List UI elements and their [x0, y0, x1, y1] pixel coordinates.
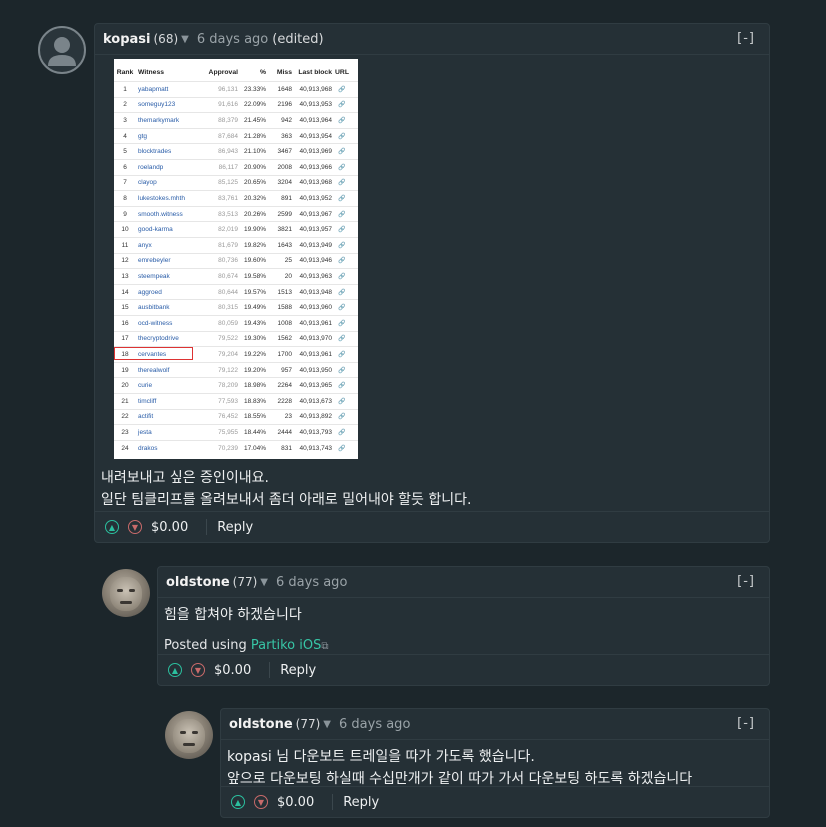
table-row: 24 drakos 70,239 17.04% 831 40,913,743 🔗 [114, 438, 358, 460]
avatar-face [110, 577, 142, 611]
divider [269, 662, 271, 678]
author-name[interactable]: oldstone [229, 717, 293, 732]
comment-line: 일단 팀클리프를 올려보내서 좀더 아래로 밀어내야 할듯 합니다. [101, 492, 472, 508]
comment-header: oldstone (77) ▼ 6 days ago [-] [158, 567, 769, 598]
collapse-button[interactable]: [-] [737, 31, 755, 46]
comment-line: kopasi 님 다운보트 트레일을 따가 가도록 했습니다. [227, 749, 535, 765]
witness-cell[interactable]: drakos [136, 438, 206, 460]
reputation: (68) [153, 32, 179, 46]
upvote-icon[interactable]: ▲ [168, 663, 182, 677]
approval-cell: 70,239 [218, 444, 238, 452]
timestamp[interactable]: 6 days ago [276, 575, 347, 590]
comment-body: 힘을 합쳐야 하겠습니다 Posted using Partiko iOS⧉ [158, 598, 769, 658]
divider [206, 519, 208, 535]
comment-header: oldstone (77) ▼ 6 days ago [-] [221, 709, 769, 740]
rank-cell: 24 [121, 444, 129, 452]
divider [332, 794, 334, 810]
comment-footer: ▲ ▼ $0.00 Reply [221, 786, 769, 817]
payout-value[interactable]: $0.00 [277, 795, 314, 810]
comment-header: kopasi (68) ▼ 6 days ago (edited) [-] [95, 24, 769, 55]
miss-cell: 831 [281, 444, 292, 452]
link-icon[interactable]: 🔗 [332, 438, 352, 460]
comment-body: kopasi 님 다운보트 트레일을 따가 가도록 했습니다. 앞으로 다운보팅… [221, 740, 769, 790]
percent-cell: 17.04% [243, 444, 266, 452]
downvote-icon[interactable]: ▼ [191, 663, 205, 677]
downvote-icon[interactable]: ▼ [254, 795, 268, 809]
comment: oldstone (77) ▼ 6 days ago [-] kopasi 님 … [220, 708, 770, 818]
external-link-icon: ⧉ [321, 641, 329, 652]
timestamp[interactable]: 6 days ago [339, 717, 410, 732]
avatar-eye [129, 589, 135, 592]
comment-line: 내려보내고 싶은 증인이내요. [101, 470, 269, 486]
highlight-box [114, 347, 193, 361]
avatar-eye [180, 731, 186, 734]
avatar[interactable] [38, 26, 86, 74]
chevron-down-icon[interactable]: ▼ [181, 34, 189, 45]
default-user-icon [48, 37, 76, 66]
comment: oldstone (77) ▼ 6 days ago [-] 힘을 합쳐야 하겠… [157, 566, 770, 686]
witness-table-image: Rank Witness Approval % Miss Last block … [114, 59, 358, 459]
comment-footer: ▲ ▼ $0.00 Reply [95, 511, 769, 542]
upvote-icon[interactable]: ▲ [105, 520, 119, 534]
avatar-eye [117, 589, 123, 592]
last-block-cell: 40,913,743 [299, 444, 332, 452]
comment-line: 힘을 합쳐야 하겠습니다 [164, 607, 302, 623]
partiko-link[interactable]: Partiko iOS [251, 638, 322, 653]
avatar-mouth [120, 601, 132, 604]
author-name[interactable]: oldstone [166, 575, 230, 590]
comment-footer: ▲ ▼ $0.00 Reply [158, 654, 769, 685]
reputation: (77) [295, 717, 321, 731]
payout-value[interactable]: $0.00 [151, 520, 188, 535]
table-header: Rank Witness Approval % Miss Last block … [114, 67, 358, 79]
collapse-button[interactable]: [-] [737, 574, 755, 589]
avatar-mouth [183, 743, 195, 746]
edited-label: (edited) [272, 31, 324, 47]
payout-value[interactable]: $0.00 [214, 663, 251, 678]
chevron-down-icon[interactable]: ▼ [323, 719, 331, 730]
reply-button[interactable]: Reply [343, 795, 379, 810]
reply-button[interactable]: Reply [280, 663, 316, 678]
comment-body: Rank Witness Approval % Miss Last block … [95, 55, 769, 511]
avatar-face [173, 719, 205, 753]
timestamp[interactable]: 6 days ago [197, 32, 268, 47]
author-name[interactable]: kopasi [103, 32, 151, 47]
avatar[interactable] [165, 711, 213, 759]
reputation: (77) [232, 575, 258, 589]
upvote-icon[interactable]: ▲ [231, 795, 245, 809]
chevron-down-icon[interactable]: ▼ [260, 577, 268, 588]
downvote-icon[interactable]: ▼ [128, 520, 142, 534]
collapse-button[interactable]: [-] [737, 716, 755, 731]
reply-button[interactable]: Reply [217, 520, 253, 535]
posted-prefix: Posted using [164, 638, 251, 653]
avatar-eye [192, 731, 198, 734]
avatar[interactable] [102, 569, 150, 617]
comment: kopasi (68) ▼ 6 days ago (edited) [-] Ra… [94, 23, 770, 543]
